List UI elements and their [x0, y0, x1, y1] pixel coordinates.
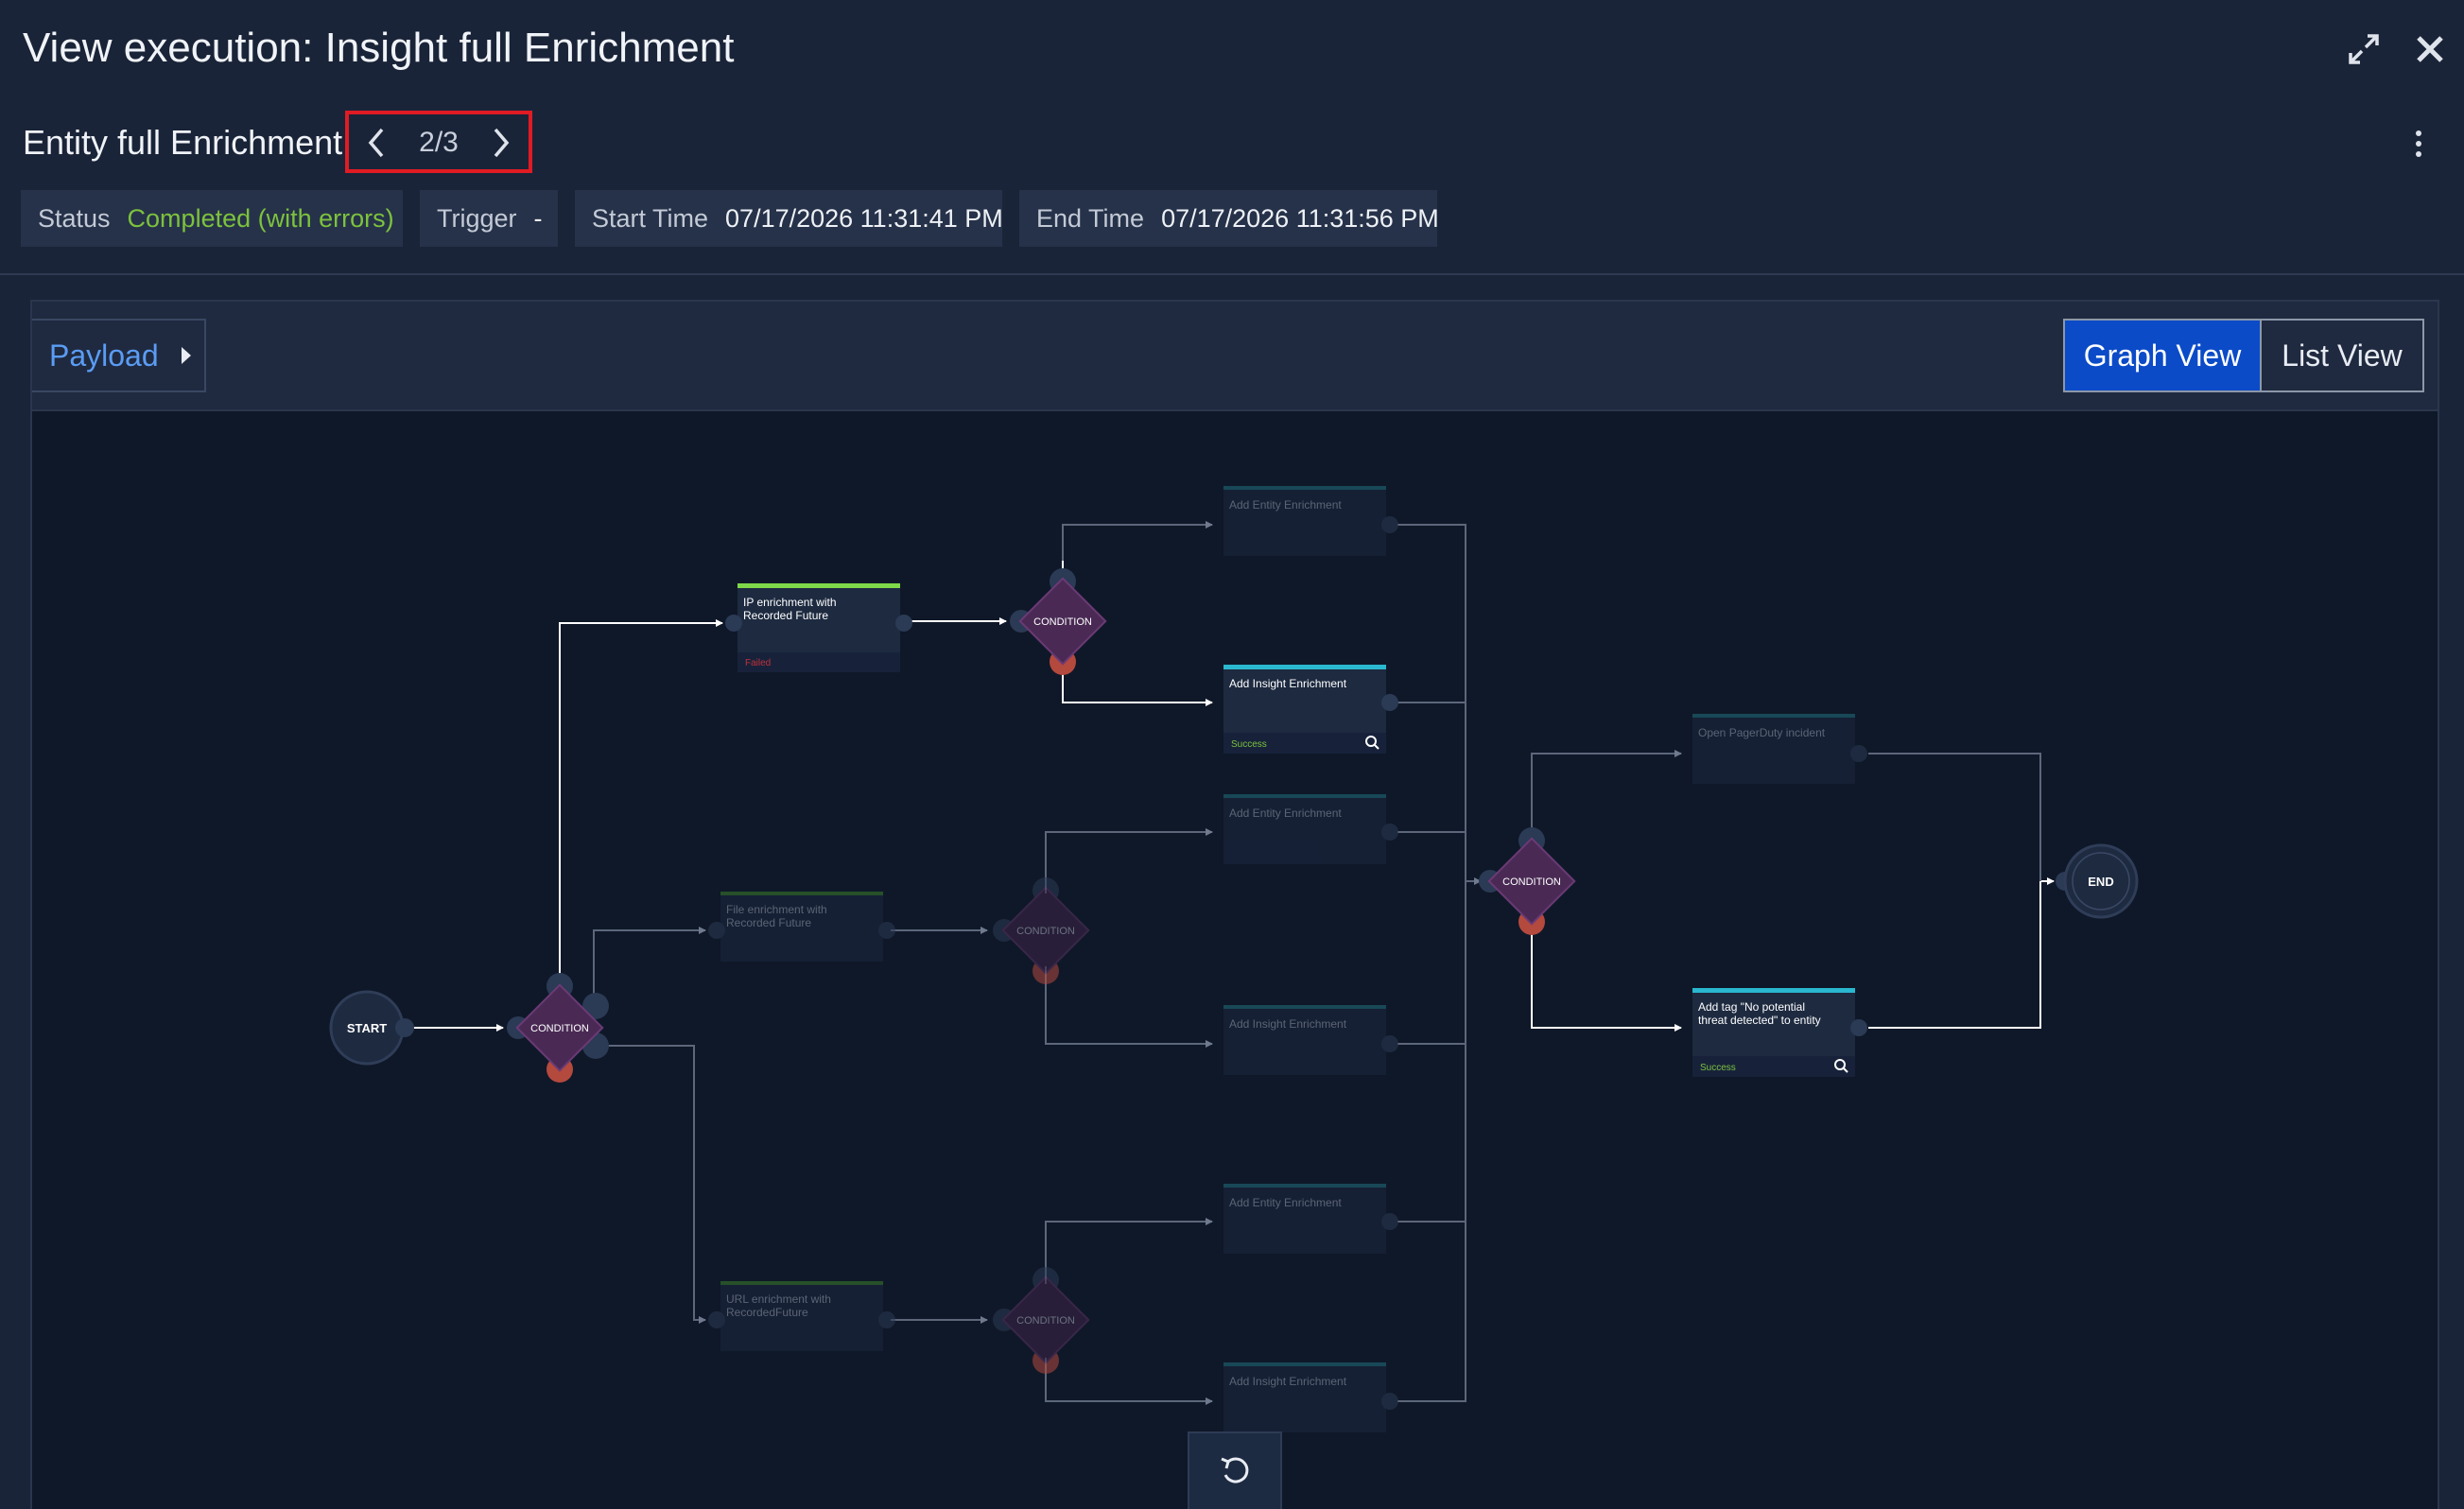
ip-node-title-2: Recorded Future: [743, 609, 828, 622]
start-node[interactable]: START: [329, 990, 414, 1066]
file-enrichment-node[interactable]: File enrichment with Recorded Future: [708, 892, 895, 962]
condition-label: CONDITION: [1016, 1315, 1075, 1327]
pagerduty-node-title: Open PagerDuty incident: [1698, 726, 1826, 739]
url-node-title-2: RecordedFuture: [726, 1306, 808, 1319]
pagerduty-node[interactable]: Open PagerDuty incident: [1692, 714, 1867, 784]
file-node-title-2: Recorded Future: [726, 916, 811, 929]
reset-zoom-icon: [1221, 1457, 1249, 1483]
url-enrichment-node[interactable]: URL enrichment with RecordedFuture: [708, 1281, 895, 1351]
reset-zoom-button[interactable]: [1188, 1431, 1282, 1509]
start-label: START: [347, 1021, 387, 1035]
ip-enrichment-node[interactable]: IP enrichment with Recorded Future Faile…: [725, 583, 912, 672]
add-tag-node-status: Success: [1700, 1063, 1736, 1073]
condition-node-url[interactable]: CONDITION: [993, 1267, 1090, 1374]
ip-insight-node-title: Add Insight Enrichment: [1229, 677, 1347, 690]
url-node-title-1: URL enrichment with: [726, 1292, 831, 1306]
end-node[interactable]: END: [2056, 843, 2139, 919]
condition-label: CONDITION: [1033, 616, 1092, 628]
add-tag-node-title-1: Add tag "No potential: [1698, 1000, 1805, 1014]
file-insight-enrichment-node[interactable]: Add Insight Enrichment: [1223, 1005, 1398, 1075]
url-entity-enrichment-node[interactable]: Add Entity Enrichment: [1223, 1184, 1398, 1254]
add-tag-node-title-2: threat detected" to entity: [1698, 1014, 1821, 1027]
url-entity-node-title: Add Entity Enrichment: [1229, 1196, 1342, 1209]
condition-label: CONDITION: [1502, 876, 1561, 888]
condition-node-merge[interactable]: CONDITION: [1479, 827, 1576, 935]
file-insight-node-title: Add Insight Enrichment: [1229, 1017, 1347, 1031]
file-entity-node-title: Add Entity Enrichment: [1229, 807, 1342, 820]
add-tag-node[interactable]: Add tag "No potential threat detected" t…: [1692, 988, 1867, 1077]
file-entity-enrichment-node[interactable]: Add Entity Enrichment: [1223, 794, 1398, 864]
ip-entity-node-title: Add Entity Enrichment: [1229, 498, 1342, 512]
ip-node-status: Failed: [745, 658, 771, 668]
condition-node-ip[interactable]: CONDITION: [1010, 568, 1107, 675]
ip-insight-enrichment-node[interactable]: Add Insight Enrichment Success: [1223, 665, 1398, 754]
condition-label: CONDITION: [530, 1023, 589, 1034]
ip-insight-node-status: Success: [1231, 739, 1267, 750]
condition-node-file[interactable]: CONDITION: [993, 877, 1090, 984]
ip-entity-enrichment-node[interactable]: Add Entity Enrichment: [1223, 486, 1398, 556]
end-label: END: [2088, 875, 2113, 889]
url-insight-node-title: Add Insight Enrichment: [1229, 1375, 1347, 1388]
workflow-graph: START CONDITION IP enrichment with Recor…: [329, 486, 2139, 1432]
condition-label: CONDITION: [1016, 926, 1075, 937]
ip-node-title-1: IP enrichment with: [743, 596, 837, 609]
url-insight-enrichment-node[interactable]: Add Insight Enrichment: [1223, 1362, 1398, 1432]
file-node-title-1: File enrichment with: [726, 903, 827, 916]
